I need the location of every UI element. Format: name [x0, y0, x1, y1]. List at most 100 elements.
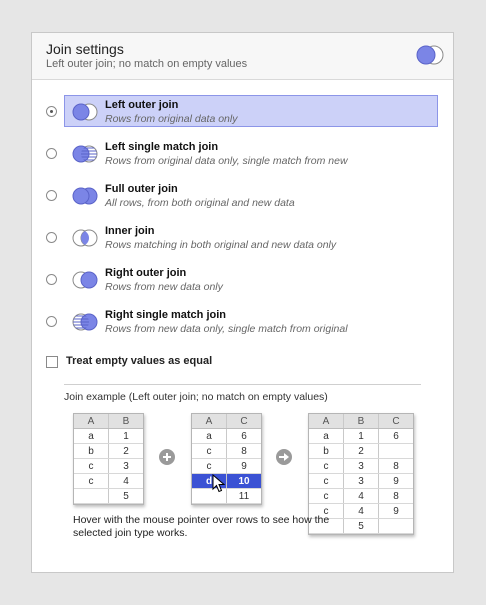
table-cell: 3	[343, 458, 379, 474]
table-cell: 3	[108, 458, 143, 474]
example-title: Join example (Left outer join; no match …	[64, 391, 328, 403]
table-cell: 4	[343, 503, 379, 519]
table-cell: c	[309, 488, 344, 504]
option-description: Rows from original data only, single mat…	[105, 155, 348, 167]
table-cell: 11	[226, 488, 261, 504]
table-row[interactable]: 5	[74, 488, 143, 504]
option-box[interactable]: Right outer join Rows from new data only	[64, 263, 438, 295]
left-outer-join-icon	[70, 103, 100, 126]
option-label: Right outer join	[105, 267, 187, 279]
table-row[interactable]: a 1	[74, 428, 143, 444]
table-cell: c	[192, 443, 227, 459]
table-row: b 2	[309, 443, 413, 459]
column-header: B	[108, 414, 143, 429]
radio-right-outer[interactable]	[46, 274, 57, 285]
example-table-original: A B a 1 b 2 c 3 c 4 5	[73, 413, 144, 505]
option-box[interactable]: Full outer join All rows, from both orig…	[64, 179, 438, 211]
hint-text: Hover with the mouse pointer over rows t…	[73, 514, 330, 539]
option-label: Full outer join	[105, 183, 178, 195]
join-option-left-single-match[interactable]: Left single match join Rows from origina…	[32, 137, 453, 171]
table-row: c 3 9	[309, 473, 413, 489]
mouse-pointer-icon	[212, 473, 226, 499]
option-box[interactable]: Left outer join Rows from original data …	[64, 95, 438, 127]
table-cell: 9	[378, 503, 413, 519]
radio-left-single-match[interactable]	[46, 148, 57, 159]
right-outer-join-icon	[70, 271, 100, 294]
panel-header[interactable]: Join settings Left outer join; no match …	[32, 33, 453, 80]
table-cell: 1	[343, 428, 379, 444]
table-cell: 10	[226, 473, 261, 489]
join-option-inner[interactable]: Inner join Rows matching in both origina…	[32, 221, 453, 255]
table-cell: 4	[343, 488, 379, 504]
table-cell: 4	[108, 473, 143, 489]
join-option-right-outer[interactable]: Right outer join Rows from new data only	[32, 263, 453, 297]
option-description: Rows from original data only	[105, 113, 238, 125]
table-cell: b	[309, 443, 344, 459]
table-cell: 5	[108, 488, 143, 504]
column-header: A	[74, 414, 109, 429]
table-row[interactable]: a 6	[192, 428, 261, 444]
table-cell	[378, 518, 413, 534]
table-cell	[74, 488, 109, 504]
table-cell: 9	[378, 473, 413, 489]
option-box[interactable]: Right single match join Rows from new da…	[64, 305, 438, 337]
table-row[interactable]: b 2	[74, 443, 143, 459]
table-cell: a	[309, 428, 344, 444]
example-table-new: A C a 6 c 8 c 9 d 10 11	[191, 413, 262, 505]
panel-title: Join settings	[46, 41, 124, 57]
column-header: A	[309, 414, 344, 429]
table-cell: c	[74, 473, 109, 489]
table-cell	[378, 443, 413, 459]
radio-full-outer[interactable]	[46, 190, 57, 201]
table-cell: b	[74, 443, 109, 459]
inner-join-icon	[70, 229, 100, 252]
radio-inner[interactable]	[46, 232, 57, 243]
option-box[interactable]: Left single match join Rows from origina…	[64, 137, 438, 169]
left-outer-join-icon	[415, 44, 445, 71]
table-cell: 2	[108, 443, 143, 459]
option-label: Left single match join	[105, 141, 219, 153]
table-row-highlighted[interactable]: d 10	[192, 473, 261, 489]
table-cell: a	[74, 428, 109, 444]
join-option-right-single-match[interactable]: Right single match join Rows from new da…	[32, 305, 453, 339]
table-row[interactable]: c 4	[74, 473, 143, 489]
checkbox-label: Treat empty values as equal	[66, 355, 213, 367]
plus-icon	[159, 449, 175, 465]
table-cell: 2	[343, 443, 379, 459]
column-header: A	[192, 414, 227, 429]
option-label: Inner join	[105, 225, 155, 237]
table-row[interactable]: c 8	[192, 443, 261, 459]
table-cell: 9	[226, 458, 261, 474]
option-box[interactable]: Inner join Rows matching in both origina…	[64, 221, 438, 253]
radio-left-outer[interactable]	[46, 106, 57, 117]
option-label: Right single match join	[105, 309, 227, 321]
table-cell: 5	[343, 518, 379, 534]
table-row: c 4 8	[309, 488, 413, 504]
column-header: C	[378, 414, 413, 429]
arrow-right-icon	[276, 449, 292, 465]
table-cell: c	[309, 458, 344, 474]
radio-right-single-match[interactable]	[46, 316, 57, 327]
table-cell: c	[74, 458, 109, 474]
empty-values-checkbox-row[interactable]: Treat empty values as equal	[46, 354, 346, 370]
table-row: c 3 8	[309, 458, 413, 474]
panel-subtitle: Left outer join; no match on empty value…	[46, 58, 248, 70]
option-description: Rows matching in both original and new d…	[105, 239, 337, 251]
join-option-full-outer[interactable]: Full outer join All rows, from both orig…	[32, 179, 453, 213]
table-cell: a	[192, 428, 227, 444]
table-cell: 1	[108, 428, 143, 444]
join-option-left-outer[interactable]: Left outer join Rows from original data …	[32, 95, 453, 129]
column-header: C	[226, 414, 261, 429]
table-cell: 8	[378, 458, 413, 474]
table-cell: 3	[343, 473, 379, 489]
option-label: Left outer join	[105, 99, 179, 111]
join-settings-panel: Join settings Left outer join; no match …	[31, 32, 454, 573]
divider	[64, 384, 421, 385]
table-row[interactable]: c 3	[74, 458, 143, 474]
table-row: a 1 6	[309, 428, 413, 444]
option-description: Rows from new data only, single match fr…	[105, 323, 348, 335]
table-cell: 8	[378, 488, 413, 504]
empty-values-checkbox[interactable]	[46, 356, 58, 368]
table-row[interactable]: c 9	[192, 458, 261, 474]
table-row[interactable]: 11	[192, 488, 261, 504]
